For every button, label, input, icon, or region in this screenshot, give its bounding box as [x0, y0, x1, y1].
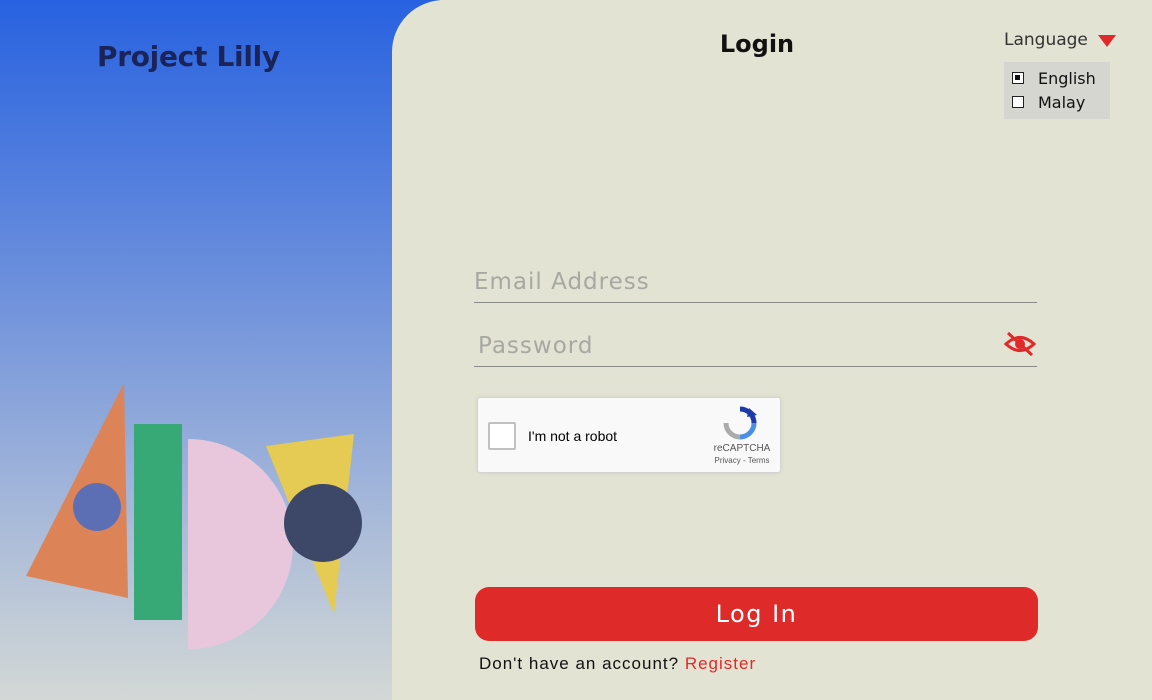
- checkbox-unchecked-icon[interactable]: [1012, 96, 1024, 108]
- password-input[interactable]: [474, 326, 998, 366]
- language-dropdown-toggle[interactable]: Language: [1004, 30, 1116, 50]
- navy-circle-shape: [284, 484, 362, 562]
- left-panel: Project Lilly: [0, 0, 440, 700]
- password-field-wrapper: [474, 326, 1037, 367]
- login-button[interactable]: Log In: [475, 587, 1038, 641]
- eye-slash-icon[interactable]: [1003, 330, 1037, 358]
- language-option-english[interactable]: English: [1012, 66, 1102, 90]
- language-option-malay[interactable]: Malay: [1012, 90, 1102, 114]
- brand-title: Project Lilly: [97, 40, 280, 73]
- language-option-label: English: [1038, 68, 1096, 88]
- recaptcha-checkbox[interactable]: [488, 422, 516, 450]
- email-input[interactable]: [474, 262, 1037, 302]
- recaptcha-brand: reCAPTCHA: [713, 443, 771, 454]
- recaptcha-links: Privacy - Terms: [706, 456, 778, 465]
- language-selector: Language English Malay: [1004, 30, 1116, 119]
- recaptcha-logo-icon: [723, 406, 757, 440]
- language-option-label: Malay: [1038, 92, 1086, 112]
- login-panel: Login Language English Malay I: [392, 0, 1152, 700]
- register-prompt-line: Don't have an account? Register: [479, 654, 756, 674]
- language-label: Language: [1004, 30, 1088, 50]
- checkbox-checked-icon[interactable]: [1012, 72, 1024, 84]
- green-rectangle-shape: [134, 424, 182, 620]
- recaptcha-terms-link[interactable]: Terms: [748, 456, 770, 465]
- register-link[interactable]: Register: [685, 654, 756, 673]
- recaptcha-widget: I'm not a robot reCAPTCHA Privacy - Term…: [477, 397, 781, 473]
- caret-down-icon: [1097, 35, 1116, 47]
- blue-circle-shape: [73, 483, 121, 531]
- recaptcha-privacy-link[interactable]: Privacy: [715, 456, 741, 465]
- language-options: English Malay: [1004, 62, 1110, 119]
- abstract-shapes-illustration: [26, 383, 362, 649]
- register-prompt-text: Don't have an account?: [479, 654, 680, 673]
- email-field-wrapper: [474, 262, 1037, 303]
- recaptcha-link-separator: -: [740, 456, 748, 465]
- recaptcha-label: I'm not a robot: [528, 428, 618, 444]
